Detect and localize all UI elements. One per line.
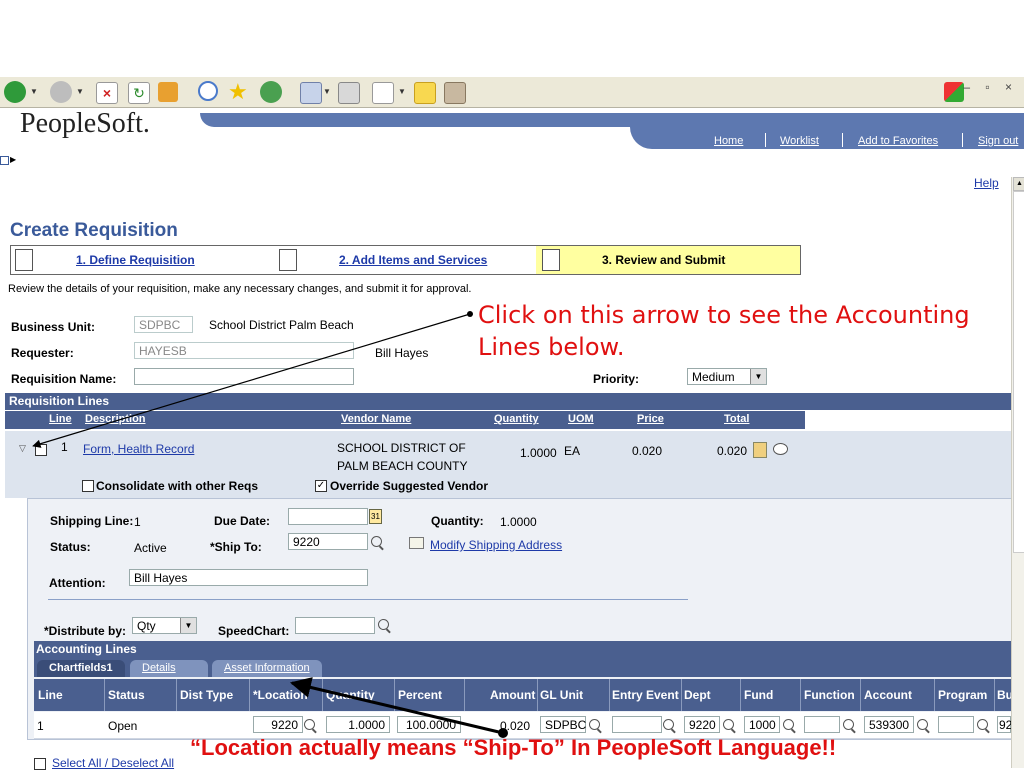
- location-note: “Location actually means “Ship-To” In Pe…: [190, 735, 837, 760]
- arrow-note-line2: Lines below.: [478, 333, 625, 361]
- arrow-start-dot: [467, 311, 473, 317]
- annotation-arrows: [32, 311, 508, 738]
- arrow-to-location-column: [289, 677, 504, 735]
- arrow-note-line1: Click on this arrow to see the Accountin…: [478, 301, 970, 329]
- arrow-to-expand-icon: [32, 313, 471, 448]
